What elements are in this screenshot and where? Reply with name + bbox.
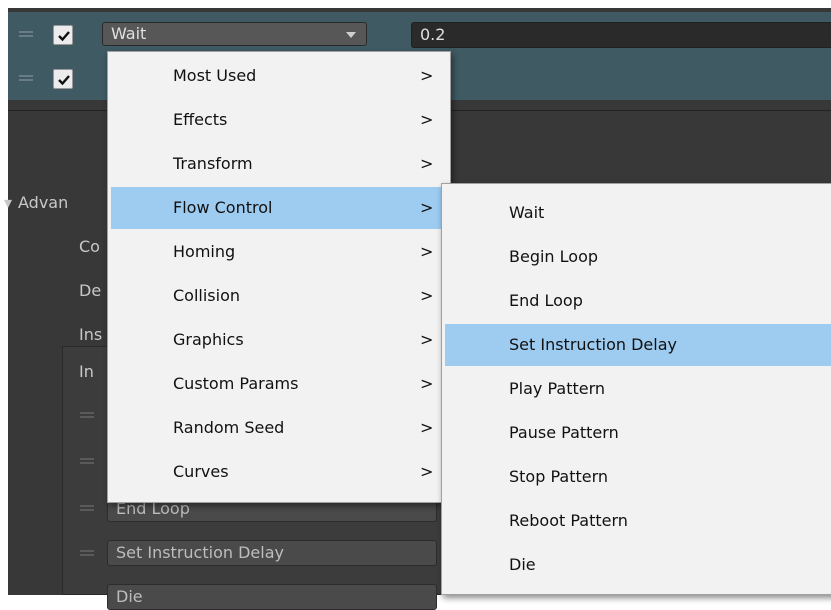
menu-item-label: Curves (173, 462, 229, 481)
drag-handle-icon[interactable] (19, 75, 33, 81)
menu-item-flow-control[interactable]: Flow Control > (111, 187, 447, 229)
menu-item-label: Wait (509, 203, 545, 222)
field-label: De (79, 281, 102, 300)
chevron-right-icon: > (420, 154, 434, 173)
chevron-right-icon: > (420, 66, 434, 85)
menu-item-label: Transform (173, 154, 253, 173)
drag-handle-icon[interactable] (19, 31, 33, 37)
chevron-right-icon: > (420, 330, 434, 349)
chevron-right-icon: > (420, 242, 434, 261)
dropdown-value: Wait (111, 24, 147, 43)
section-title[interactable]: Advan (18, 193, 68, 212)
chevron-right-icon: > (420, 462, 434, 481)
menu-item-curves[interactable]: Curves > (111, 451, 447, 493)
menu-item-random-seed[interactable]: Random Seed > (111, 407, 447, 449)
list-item[interactable]: Set Instruction Delay (107, 540, 437, 566)
menu-item-label: Random Seed (173, 418, 285, 437)
drag-handle-icon[interactable] (80, 550, 94, 556)
submenu-item-wait[interactable]: Wait (445, 192, 831, 234)
enable-checkbox-1[interactable] (53, 25, 73, 45)
enable-checkbox-2[interactable] (53, 69, 73, 89)
chevron-right-icon: > (420, 198, 434, 217)
foldout-arrow-icon[interactable]: ▾ (4, 193, 12, 212)
menu-item-collision[interactable]: Collision > (111, 275, 447, 317)
menu-item-label: Set Instruction Delay (509, 335, 677, 354)
submenu-item-begin-loop[interactable]: Begin Loop (445, 236, 831, 278)
menu-item-label: Stop Pattern (509, 467, 609, 486)
value-text: 0.2 (420, 25, 446, 44)
menu-item-label: Collision (173, 286, 241, 305)
menu-item-label: Begin Loop (509, 247, 599, 266)
submenu-item-end-loop[interactable]: End Loop (445, 280, 831, 322)
checkmark-icon (58, 31, 70, 42)
submenu-item-pause-pattern[interactable]: Pause Pattern (445, 412, 831, 454)
menu-item-most-used[interactable]: Most Used > (111, 55, 447, 97)
menu-item-label: End Loop (509, 291, 583, 310)
chevron-right-icon: > (420, 418, 434, 437)
list-item[interactable]: Die (107, 584, 437, 610)
submenu-item-set-instruction-delay[interactable]: Set Instruction Delay (445, 324, 831, 366)
menu-item-label: Homing (173, 242, 236, 261)
menu-item-label: Die (509, 555, 536, 574)
menu-item-effects[interactable]: Effects > (111, 99, 447, 141)
menu-item-label: Flow Control (173, 198, 273, 217)
menu-item-label: Graphics (173, 330, 244, 349)
chevron-down-icon (346, 32, 356, 38)
menu-item-label: Reboot Pattern (509, 511, 628, 530)
menu-item-homing[interactable]: Homing > (111, 231, 447, 273)
list-header: In (79, 362, 94, 381)
menu-item-label: Custom Params (173, 374, 299, 393)
chevron-right-icon: > (420, 110, 434, 129)
type-menu: Most Used > Effects > Transform > Flow C… (107, 51, 451, 503)
checkmark-icon (58, 75, 70, 86)
chevron-right-icon: > (420, 286, 434, 305)
drag-handle-icon[interactable] (80, 458, 94, 464)
field-label: Co (79, 237, 100, 256)
menu-item-label: Effects (173, 110, 228, 129)
instruction-value-field[interactable]: 0.2 (411, 22, 831, 48)
menu-item-custom-params[interactable]: Custom Params > (111, 363, 447, 405)
menu-item-label: Most Used (173, 66, 257, 85)
drag-handle-icon[interactable] (80, 412, 94, 418)
submenu-item-play-pattern[interactable]: Play Pattern (445, 368, 831, 410)
menu-item-graphics[interactable]: Graphics > (111, 319, 447, 361)
flow-control-submenu: Wait Begin Loop End Loop Set Instruction… (441, 183, 831, 595)
submenu-item-die[interactable]: Die (445, 544, 831, 586)
chevron-right-icon: > (420, 374, 434, 393)
drag-handle-icon[interactable] (80, 505, 94, 511)
menu-item-transform[interactable]: Transform > (111, 143, 447, 185)
menu-item-label: Play Pattern (509, 379, 606, 398)
menu-item-label: Pause Pattern (509, 423, 619, 442)
submenu-item-reboot-pattern[interactable]: Reboot Pattern (445, 500, 831, 542)
submenu-item-stop-pattern[interactable]: Stop Pattern (445, 456, 831, 498)
field-label: Ins (79, 325, 103, 344)
instruction-type-dropdown[interactable]: Wait (102, 22, 367, 46)
